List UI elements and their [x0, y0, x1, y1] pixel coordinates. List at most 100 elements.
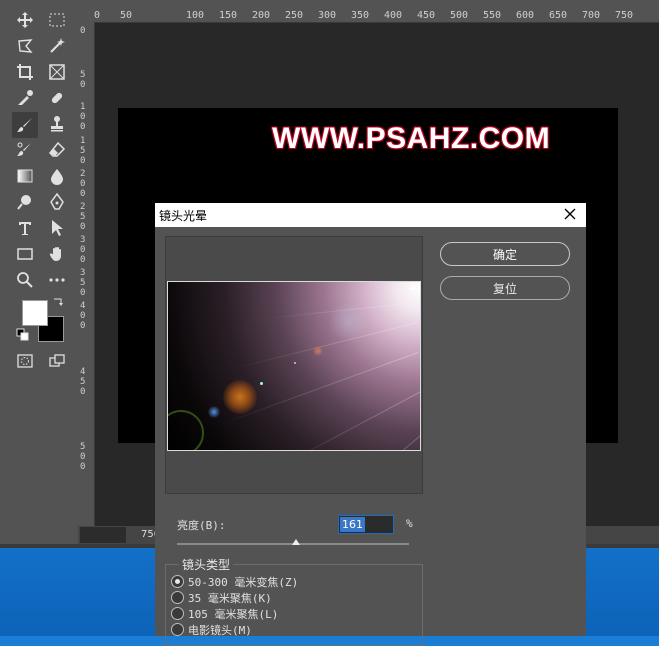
- lens-type-title: 镜头类型: [179, 556, 234, 573]
- tools-panel: [0, 0, 79, 548]
- more-tools-icon[interactable]: [46, 269, 68, 291]
- magic-wand-icon[interactable]: [46, 35, 68, 57]
- dodge-tool-icon[interactable]: [14, 191, 36, 213]
- ruler-label: 0: [80, 311, 86, 321]
- type-tool-icon[interactable]: [14, 217, 36, 239]
- rectangle-tool-icon[interactable]: [14, 243, 36, 265]
- ruler-label: 5: [80, 212, 86, 222]
- ruler-label: 0: [80, 255, 86, 265]
- flare-spark: [260, 382, 263, 385]
- flare-center-crosshair-icon[interactable]: +: [408, 283, 417, 294]
- hand-tool-icon[interactable]: [46, 243, 68, 265]
- flare-ray: [270, 382, 420, 450]
- ruler-label: 450: [417, 10, 436, 21]
- lens-radio-35[interactable]: [171, 591, 184, 604]
- zoom-field[interactable]: [80, 527, 126, 543]
- marquee-tool-icon[interactable]: [46, 9, 68, 31]
- brightness-value: 161: [340, 517, 365, 532]
- ruler-label: 0: [80, 288, 86, 298]
- lasso-tool-icon[interactable]: [14, 35, 36, 57]
- lens-option-label: 50-300 毫米变焦(Z): [188, 576, 299, 589]
- ruler-label: 50: [120, 10, 133, 21]
- crop-tool-icon[interactable]: [14, 61, 36, 83]
- ruler-label: 0: [80, 462, 86, 472]
- ruler-label: 5: [80, 442, 86, 452]
- reset-button[interactable]: 复位: [440, 276, 570, 300]
- ruler-label: 0: [80, 26, 86, 36]
- ruler-label: 0: [94, 10, 101, 21]
- ruler-label: 2: [80, 169, 86, 179]
- eyedropper-icon[interactable]: [14, 87, 36, 109]
- ok-button[interactable]: 确定: [440, 242, 570, 266]
- ruler-label: 0: [80, 179, 86, 189]
- zoom-tool-icon[interactable]: [14, 269, 36, 291]
- ruler-label: 750: [615, 10, 634, 21]
- lens-option-label: 35 毫米聚焦(K): [188, 592, 272, 605]
- ruler-label: 5: [80, 278, 86, 288]
- ruler-label: 200: [252, 10, 271, 21]
- ruler-label: 400: [384, 10, 403, 21]
- lens-option-label: 105 毫米聚焦(L): [188, 608, 279, 621]
- ruler-label: 0: [80, 321, 86, 331]
- lens-flare-dialog: 镜头光晕 + 确定 复位 亮度(B): 161 % 镜头类型 50-300 毫米…: [155, 203, 586, 646]
- gradient-tool-icon[interactable]: [14, 165, 36, 187]
- ruler-label: 3: [80, 235, 86, 245]
- pen-tool-icon[interactable]: [46, 191, 68, 213]
- ruler-label: 650: [549, 10, 568, 21]
- brightness-label: 亮度(B):: [177, 519, 226, 532]
- ruler-label: 700: [582, 10, 601, 21]
- brightness-input[interactable]: 161: [338, 515, 394, 534]
- foreground-color-swatch[interactable]: [22, 300, 48, 326]
- dialog-titlebar[interactable]: 镜头光晕: [155, 203, 586, 227]
- ruler-label: 5: [80, 70, 86, 80]
- ruler-label: 1: [80, 102, 86, 112]
- flare-spot-blue: [208, 406, 220, 418]
- ruler-label: 2: [80, 202, 86, 212]
- eraser-tool-icon[interactable]: [46, 139, 68, 161]
- healing-brush-icon[interactable]: [46, 87, 68, 109]
- default-colors-icon[interactable]: [16, 328, 30, 342]
- ruler-label: 0: [80, 189, 86, 199]
- ruler-label: 0: [80, 222, 86, 232]
- move-tool-icon[interactable]: [14, 9, 36, 31]
- lens-radio-50-300[interactable]: [171, 575, 184, 588]
- history-brush-icon[interactable]: [14, 139, 36, 161]
- flare-spark: [294, 362, 296, 364]
- ruler-label: 300: [318, 10, 337, 21]
- flare-halo: [328, 302, 368, 342]
- screen-mode-icon[interactable]: [46, 350, 68, 372]
- ruler-label: 150: [219, 10, 238, 21]
- swap-colors-icon[interactable]: [51, 296, 65, 310]
- flare-preview[interactable]: +: [167, 281, 421, 451]
- flare-ring-green: [168, 410, 204, 450]
- path-selection-icon[interactable]: [46, 217, 68, 239]
- ruler-horizontal: 0 50 100 150 200 250 300 350 400 450 500…: [78, 0, 659, 23]
- lens-radio-movie[interactable]: [171, 623, 184, 636]
- ruler-label: 3: [80, 268, 86, 278]
- stamp-tool-icon[interactable]: [46, 113, 68, 135]
- ruler-label: 100: [186, 10, 205, 21]
- quick-mask-icon[interactable]: [14, 350, 36, 372]
- lens-radio-105[interactable]: [171, 607, 184, 620]
- ruler-label: 550: [483, 10, 502, 21]
- flare-orb-orange: [223, 380, 257, 414]
- ruler-label: 1: [80, 136, 86, 146]
- frame-tool-icon[interactable]: [46, 61, 68, 83]
- ruler-label: 0: [80, 122, 86, 132]
- watermark-text: WWW.PSAHZ.COM: [272, 122, 551, 155]
- ruler-vertical: 0 5 0 1 0 0 1 5 0 2 0 0 2 5 0 3 0 0 3 5 …: [78, 22, 95, 526]
- brightness-unit: %: [406, 517, 413, 530]
- ruler-label: 350: [351, 10, 370, 21]
- brush-tool-icon[interactable]: [12, 112, 38, 138]
- ruler-label: 0: [80, 112, 86, 122]
- ruler-label: 0: [80, 80, 86, 90]
- ruler-label: 250: [285, 10, 304, 21]
- ruler-label: 0: [80, 452, 86, 462]
- blur-tool-icon[interactable]: [46, 165, 68, 187]
- ruler-label: 600: [516, 10, 535, 21]
- ruler-label: 0: [80, 387, 86, 397]
- ruler-label: 5: [80, 146, 86, 156]
- brightness-slider-thumb[interactable]: [292, 539, 300, 545]
- close-icon[interactable]: [562, 206, 578, 222]
- ruler-label: 4: [80, 301, 86, 311]
